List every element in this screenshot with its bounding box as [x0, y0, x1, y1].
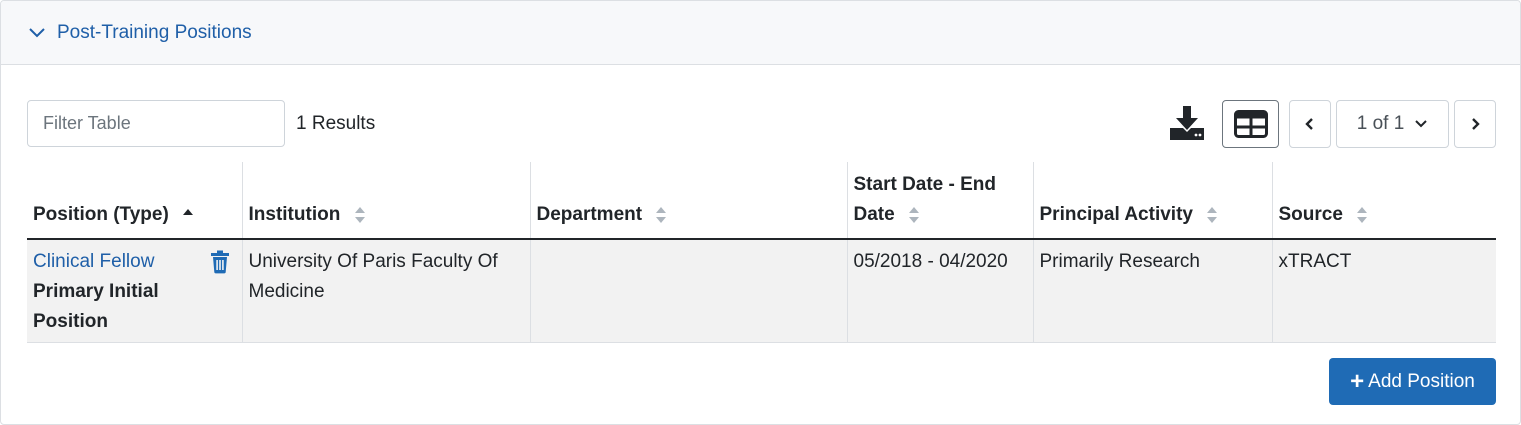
column-header-source[interactable]: Source: [1272, 162, 1496, 240]
delete-button[interactable]: [210, 250, 230, 274]
column-header-department[interactable]: Department: [530, 162, 848, 240]
page-select-dropdown[interactable]: 1 of 1: [1336, 100, 1449, 148]
chevron-left-icon: [1305, 118, 1313, 130]
chevron-down-icon: [1415, 120, 1427, 128]
download-icon: [1170, 106, 1204, 140]
column-header-start-end-date[interactable]: Start Date - End Date: [847, 162, 1034, 240]
previous-page-button[interactable]: [1289, 100, 1331, 148]
cell-institution: University Of Paris Faculty Of Medicine: [242, 239, 531, 343]
table-header-row: Position (Type) Institution Department S…: [27, 162, 1496, 240]
add-position-button[interactable]: + Add Position: [1329, 358, 1496, 405]
positions-table: Position (Type) Institution Department S…: [27, 162, 1496, 343]
table-row: Clinical Fellow Primary Initial Position: [27, 239, 1496, 343]
table-view-button[interactable]: [1222, 100, 1279, 148]
position-type-label: Primary Initial Position: [33, 281, 159, 332]
filter-table-input[interactable]: [27, 100, 285, 147]
chevron-down-icon: [27, 23, 47, 43]
cell-dates: 05/2018 - 04/2020: [847, 239, 1034, 343]
sort-icon: [1357, 206, 1368, 223]
sort-ascending-icon: [183, 208, 194, 215]
download-button[interactable]: [1167, 103, 1207, 143]
cell-department: [530, 239, 848, 343]
column-header-position-type[interactable]: Position (Type): [27, 162, 243, 240]
page-indicator: 1 of 1: [1356, 113, 1405, 134]
sort-icon: [1207, 206, 1218, 223]
post-training-positions-panel: Post-Training Positions 1 Results 1 of 1: [0, 0, 1521, 425]
add-position-label: Add Position: [1368, 370, 1475, 392]
cell-position-type: Clinical Fellow Primary Initial Position: [27, 239, 243, 343]
next-page-button[interactable]: [1454, 100, 1496, 148]
chevron-right-icon: [1472, 118, 1480, 130]
trash-icon: [210, 250, 229, 274]
sort-icon: [354, 206, 365, 223]
column-header-principal-activity[interactable]: Principal Activity: [1033, 162, 1273, 240]
cell-principal-activity: Primarily Research: [1033, 239, 1273, 343]
column-header-institution[interactable]: Institution: [242, 162, 531, 240]
sort-icon: [656, 206, 667, 223]
table-grid-icon: [1233, 110, 1268, 138]
sort-icon: [908, 206, 919, 223]
plus-icon: +: [1350, 367, 1365, 395]
section-header-toggle[interactable]: Post-Training Positions: [1, 1, 1520, 65]
cell-source: xTRACT: [1272, 239, 1496, 343]
position-link[interactable]: Clinical Fellow: [33, 251, 154, 272]
results-count: 1 Results: [296, 113, 376, 134]
section-title: Post-Training Positions: [57, 21, 252, 43]
